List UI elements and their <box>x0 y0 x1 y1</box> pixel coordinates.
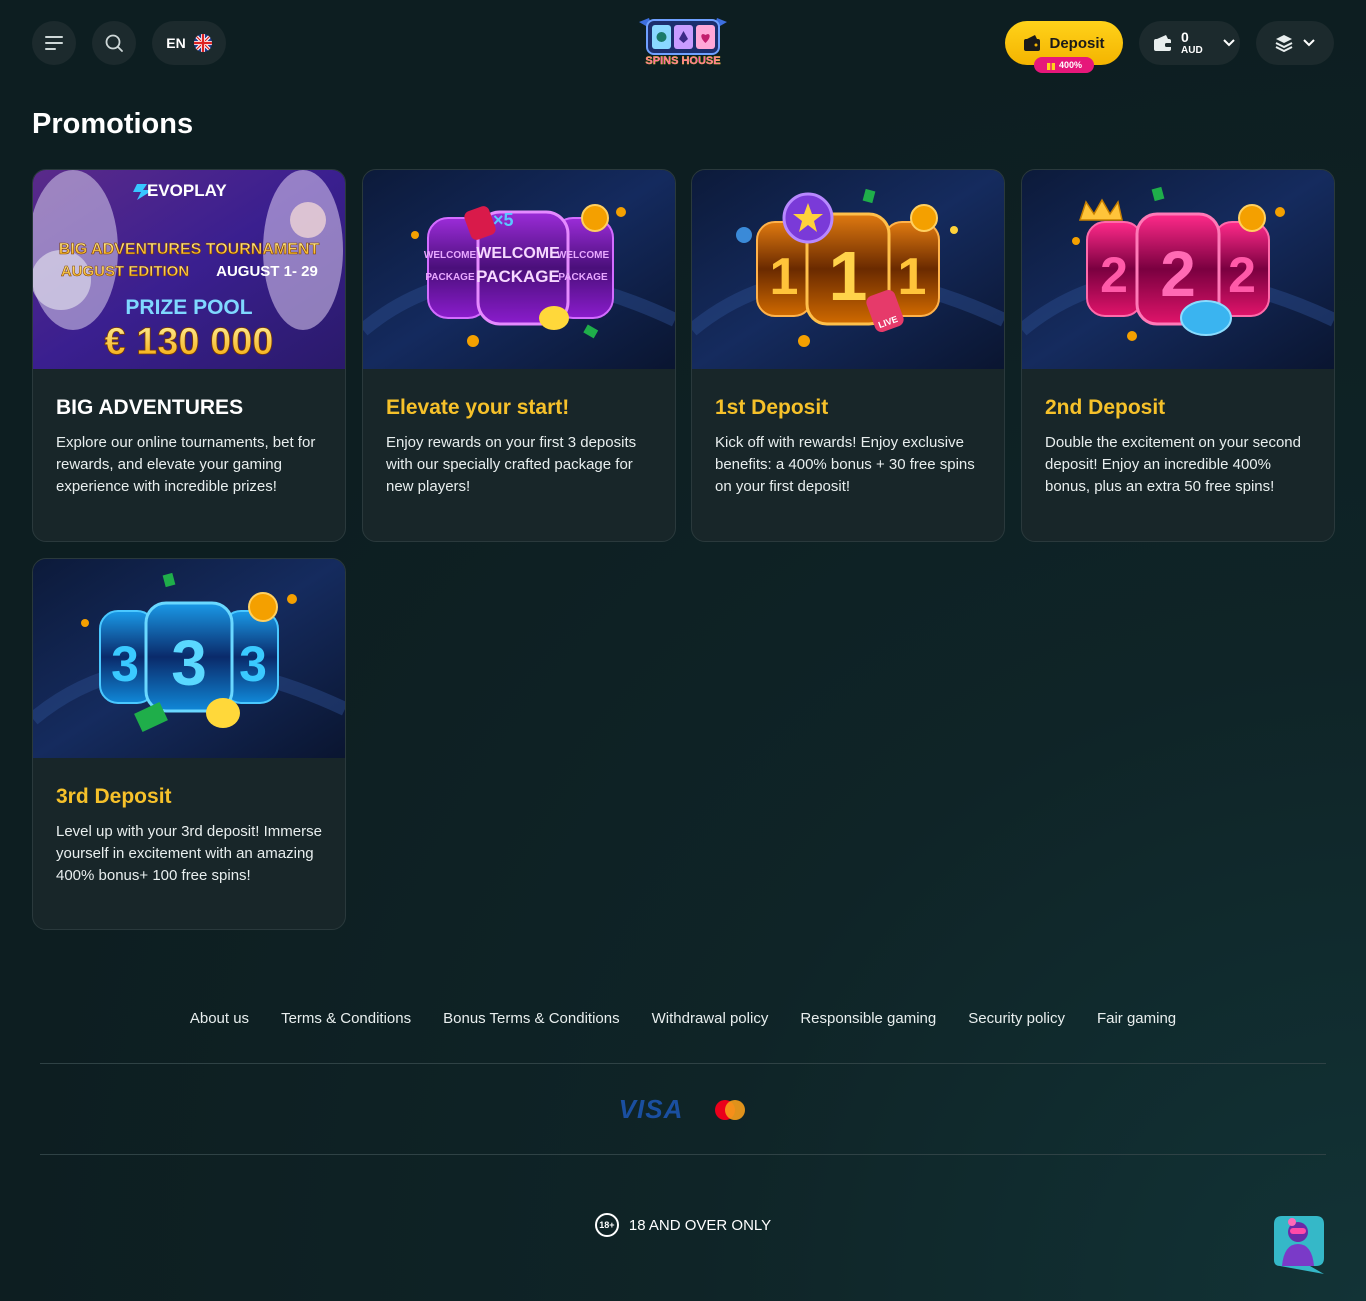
evoplay-brand-text: EVOPLAY <box>147 181 227 200</box>
footer-divider <box>40 1063 1326 1064</box>
promo-card-welcome-package[interactable]: WELCOME PACKAGE WELCOME PACKAGE WELCOME … <box>362 169 676 542</box>
promo-description: Double the excitement on your second dep… <box>1045 434 1301 495</box>
top-header: EN SPINS HOUSE Deposit 400% 0 AUD <box>0 0 1366 86</box>
promo-card-3rd-deposit[interactable]: 3 3 3 3rd Deposit Level up with your 3rd… <box>32 558 346 930</box>
wallet-icon <box>1024 35 1041 51</box>
site-logo[interactable]: SPINS HOUSE <box>633 16 733 68</box>
promo-title: 2nd Deposit <box>1045 396 1166 419</box>
svg-text:1: 1 <box>770 248 799 306</box>
menu-button[interactable] <box>32 21 76 65</box>
payment-methods: VISA <box>0 1094 1366 1125</box>
chevron-down-icon <box>1303 39 1315 47</box>
logo-text: SPINS HOUSE <box>645 55 720 67</box>
footer-divider <box>40 1154 1326 1155</box>
svg-text:AUGUST 1- 29: AUGUST 1- 29 <box>216 263 318 280</box>
promo-banner-evoplay: EVOPLAY BIG ADVENTURES TOURNAMENT AUGUST… <box>33 170 345 369</box>
age-restriction-notice: 18+ 18 AND OVER ONLY <box>0 1213 1366 1237</box>
promo-title: BIG ADVENTURES <box>56 396 244 419</box>
promo-banner-1st-deposit: 1 1 1 LIVE <box>692 170 1004 369</box>
wallet-icon <box>1154 35 1172 51</box>
svg-text:2: 2 <box>1160 238 1196 310</box>
language-selector[interactable]: EN <box>152 21 226 65</box>
vip-rank-icon <box>1275 35 1293 52</box>
language-code: EN <box>166 35 186 51</box>
svg-text:AUGUST EDITION: AUGUST EDITION <box>61 263 189 280</box>
footer-link-fair-gaming[interactable]: Fair gaming <box>1097 1010 1176 1027</box>
svg-text:PRIZE POOL: PRIZE POOL <box>125 296 252 319</box>
balance-currency: AUD <box>1181 45 1203 56</box>
search-icon <box>105 34 123 52</box>
svg-text:3: 3 <box>239 636 267 692</box>
svg-text:WELCOME: WELCOME <box>557 250 610 261</box>
svg-text:BIG ADVENTURES TOURNAMENT: BIG ADVENTURES TOURNAMENT <box>59 241 320 258</box>
promo-card-1st-deposit[interactable]: 1 1 1 LIVE 1st Deposit Kick off with rew… <box>691 169 1005 542</box>
svg-text:PACKAGE: PACKAGE <box>476 267 560 286</box>
footer-link-responsible-gaming[interactable]: Responsible gaming <box>800 1010 936 1027</box>
svg-text:PACKAGE: PACKAGE <box>425 272 475 283</box>
chevron-down-icon <box>1222 39 1235 47</box>
promo-title: 1st Deposit <box>715 396 829 419</box>
svg-text:1: 1 <box>898 248 927 306</box>
promo-description: Kick off with rewards! Enjoy exclusive b… <box>715 434 975 495</box>
svg-text:WELCOME: WELCOME <box>476 245 560 262</box>
profile-button[interactable] <box>1256 21 1334 65</box>
svg-text:2: 2 <box>1100 247 1128 303</box>
footer-link-about-us[interactable]: About us <box>190 1010 249 1027</box>
page-title: Promotions <box>32 108 194 140</box>
search-button[interactable] <box>92 21 136 65</box>
mastercard-icon <box>715 1099 746 1120</box>
balance-amount: 0 <box>1181 29 1189 45</box>
deposit-bonus-badge: 400% <box>1034 57 1094 73</box>
promo-title: Elevate your start! <box>386 396 570 419</box>
svg-text:3: 3 <box>111 636 139 692</box>
footer-link-terms[interactable]: Terms & Conditions <box>281 1010 411 1027</box>
promo-title: 3rd Deposit <box>56 785 172 808</box>
svg-text:€ 130 000: € 130 000 <box>104 321 273 363</box>
svg-text:3: 3 <box>171 627 207 699</box>
promo-card-2nd-deposit[interactable]: 2 2 2 2nd Deposit Double the excitement … <box>1021 169 1335 542</box>
age-text: 18 AND OVER ONLY <box>628 1216 772 1234</box>
uk-flag-icon <box>193 34 212 52</box>
promo-description: Level up with your 3rd deposit! Immerse … <box>56 823 322 884</box>
promo-banner-welcome-package: WELCOME PACKAGE WELCOME PACKAGE WELCOME … <box>363 170 675 369</box>
footer-links: About us Terms & Conditions Bonus Terms … <box>0 1010 1366 1027</box>
svg-text:1: 1 <box>829 237 868 315</box>
svg-text:WELCOME: WELCOME <box>424 250 477 261</box>
promo-card-big-adventures[interactable]: EVOPLAY BIG ADVENTURES TOURNAMENT AUGUST… <box>32 169 346 542</box>
slot-machine-logo-icon: SPINS HOUSE <box>639 18 727 67</box>
promo-description: Explore our online tournaments, bet for … <box>56 434 316 495</box>
visa-logo: VISA <box>618 1094 684 1124</box>
support-chat-avatar-icon <box>1274 1216 1324 1274</box>
promo-banner-2nd-deposit: 2 2 2 <box>1022 170 1334 369</box>
deposit-label: Deposit <box>1049 34 1105 52</box>
age-18-icon: 18+ <box>594 1213 619 1237</box>
svg-text:PACKAGE: PACKAGE <box>558 272 608 283</box>
svg-text:×5: ×5 <box>493 210 514 230</box>
hamburger-menu-icon <box>45 36 63 50</box>
footer-link-security-policy[interactable]: Security policy <box>968 1010 1065 1027</box>
promo-banner-3rd-deposit: 3 3 3 <box>33 559 345 758</box>
svg-text:2: 2 <box>1228 247 1256 303</box>
promo-description: Enjoy rewards on your first 3 deposits w… <box>386 434 637 495</box>
balance-button[interactable]: 0 AUD <box>1139 21 1240 65</box>
balance-display: 0 AUD <box>1181 30 1203 56</box>
support-chat-button[interactable] <box>1270 1214 1328 1274</box>
footer-link-bonus-terms[interactable]: Bonus Terms & Conditions <box>443 1010 619 1027</box>
footer-link-withdrawal-policy[interactable]: Withdrawal policy <box>652 1010 769 1027</box>
gift-icon <box>1046 63 1055 70</box>
